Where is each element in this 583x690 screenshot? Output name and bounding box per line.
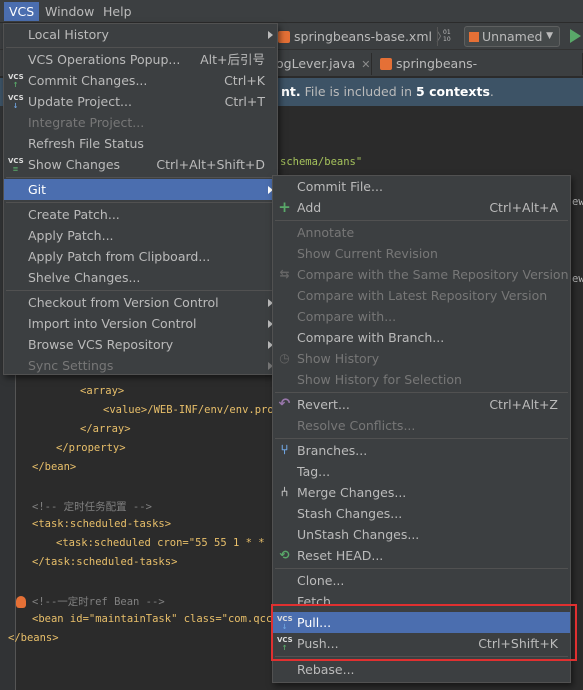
run-config-label: Unnamed	[482, 29, 543, 44]
chevron-down-icon: ▼	[546, 31, 553, 41]
tab-label: ogLever.java	[276, 56, 356, 71]
compare-icon: ⇆	[279, 267, 290, 281]
vcs-update-icon: VCS ↓	[8, 94, 24, 110]
breadcrumb-file[interactable]: springbeans-base.xml 〉	[278, 27, 448, 46]
menu-item-compare-with-branch[interactable]: Compare with Branch...	[273, 327, 570, 348]
banner-bold: 5 contexts	[416, 84, 490, 99]
menu-separator	[275, 438, 568, 439]
code-line: <!--一定时ref Bean -->	[32, 596, 165, 608]
menu-window[interactable]: Window	[40, 2, 99, 21]
banner-text: File is included in	[300, 84, 417, 99]
menu-item-merge-changes[interactable]: ⑃ Merge Changes...	[273, 482, 570, 503]
menu-separator	[6, 202, 275, 203]
menu-item-browse-vcs[interactable]: Browse VCS Repository	[4, 334, 277, 355]
tab-loglever[interactable]: ogLever.java ✕	[270, 53, 372, 75]
menu-separator	[6, 177, 275, 178]
menu-item-commit-changes[interactable]: VCS ↑ Commit Changes... Ctrl+K	[4, 70, 277, 91]
code-line: <array>	[80, 385, 125, 397]
menu-item-show-history[interactable]: ◷ Show History	[273, 348, 570, 369]
menu-item-compare-latest-version[interactable]: Compare with Latest Repository Version	[273, 285, 570, 306]
plus-icon: +	[278, 198, 291, 216]
menu-item-refresh-file-status[interactable]: Refresh File Status	[4, 133, 277, 154]
menu-help[interactable]: Help	[98, 2, 137, 21]
menu-item-clone[interactable]: Clone...	[273, 570, 570, 591]
menu-item-checkout[interactable]: Checkout from Version Control	[4, 292, 277, 313]
history-icon: ◷	[279, 351, 290, 365]
menu-item-resolve-conflicts[interactable]: Resolve Conflicts...	[273, 415, 570, 436]
menu-bar: VCS Window Help	[0, 0, 583, 23]
chevron-right-icon	[268, 31, 273, 39]
code-line: </property>	[56, 442, 126, 454]
tab-springbeans-consumer[interactable]: springbeans-consumer.xml✕	[374, 53, 583, 93]
menu-item-local-history[interactable]: Local History	[4, 24, 277, 45]
menu-item-compare-with[interactable]: Compare with...	[273, 306, 570, 327]
code-line: <task:scheduled-tasks>	[32, 518, 172, 530]
xml-file-icon	[380, 58, 392, 70]
code-line: </bean>	[32, 461, 77, 473]
menu-item-import[interactable]: Import into Version Control	[4, 313, 277, 334]
breadcrumb-file-label: springbeans-base.xml	[294, 29, 432, 44]
menu-separator	[275, 392, 568, 393]
code-fragment: ew	[572, 273, 583, 285]
menu-item-rebase[interactable]: Rebase...	[273, 659, 570, 680]
menu-item-show-current-revision[interactable]: Show Current Revision	[273, 243, 570, 264]
banner-prefix: nt.	[281, 84, 301, 99]
menu-item-reset-head[interactable]: ⟲ Reset HEAD...	[273, 545, 570, 566]
code-line: </task:scheduled-tasks>	[32, 556, 178, 568]
merge-icon: ⑃	[280, 485, 289, 500]
vcs-changes-icon: VCS ≡	[8, 157, 24, 173]
menu-item-create-patch[interactable]: Create Patch...	[4, 204, 277, 225]
menu-item-apply-patch-clipboard[interactable]: Apply Patch from Clipboard...	[4, 246, 277, 267]
menu-item-update-project[interactable]: VCS ↓ Update Project... Ctrl+T	[4, 91, 277, 112]
branch-icon: ⑂	[280, 443, 289, 458]
menu-item-revert[interactable]: ↶ Revert... Ctrl+Alt+Z	[273, 394, 570, 415]
menu-item-integrate-project[interactable]: Integrate Project...	[4, 112, 277, 133]
menu-item-commit-file[interactable]: Commit File...	[273, 176, 570, 197]
code-line: <value>/WEB-INF/env/env.prope	[103, 404, 287, 416]
code-line: schema/beans"	[280, 156, 363, 168]
banner-suffix: .	[489, 84, 494, 99]
menu-item-git[interactable]: Git	[4, 179, 277, 200]
vcs-menu: Local History VCS Operations Popup... Alt…	[3, 23, 278, 375]
menu-separator	[6, 290, 275, 291]
vcs-commit-icon: VCS ↑	[8, 73, 24, 89]
close-icon[interactable]: ✕	[361, 58, 370, 71]
run-config-select[interactable]: Unnamed ▼	[464, 26, 560, 47]
menu-item-unstash-changes[interactable]: UnStash Changes...	[273, 524, 570, 545]
code-line: </array>	[80, 423, 131, 435]
menu-separator	[6, 47, 275, 48]
menu-item-sync-settings[interactable]: Sync Settings	[4, 355, 277, 376]
menu-item-branches[interactable]: ⑂ Branches...	[273, 440, 570, 461]
menu-item-show-history-selection[interactable]: Show History for Selection	[273, 369, 570, 390]
binary-icon[interactable]: 01 10	[443, 29, 457, 43]
menu-item-stash-changes[interactable]: Stash Changes...	[273, 503, 570, 524]
reset-icon: ⟲	[279, 548, 290, 562]
code-line: <task:scheduled cron="55 55 1 * * ?"	[56, 537, 284, 549]
menu-item-shelve-changes[interactable]: Shelve Changes...	[4, 267, 277, 288]
code-line: <bean id="maintainTask" class="com.qccr.	[32, 613, 285, 625]
code-line: <!-- 定时任务配置 -->	[32, 501, 152, 513]
run-icon[interactable]	[570, 29, 581, 43]
menu-separator	[275, 568, 568, 569]
menu-item-vcs-operations-popup[interactable]: VCS Operations Popup... Alt+后引号	[4, 49, 277, 70]
highlight-annotation	[271, 604, 577, 661]
menu-item-annotate[interactable]: Annotate	[273, 222, 570, 243]
menu-item-apply-patch[interactable]: Apply Patch...	[4, 225, 277, 246]
toolbar-divider	[437, 27, 438, 46]
xml-file-icon	[278, 31, 290, 43]
menu-vcs[interactable]: VCS	[4, 2, 40, 21]
code-line: </beans>	[8, 632, 59, 644]
run-config-icon	[469, 32, 479, 42]
code-fragment: ew	[572, 196, 583, 208]
menu-item-tag[interactable]: Tag...	[273, 461, 570, 482]
lightbulb-icon[interactable]	[16, 596, 26, 608]
menu-item-add[interactable]: + Add Ctrl+Alt+A	[273, 197, 570, 218]
menu-item-compare-same-version[interactable]: ⇆ Compare with the Same Repository Versio…	[273, 264, 570, 285]
menu-item-show-changes[interactable]: VCS ≡ Show Changes Ctrl+Alt+Shift+D	[4, 154, 277, 175]
menu-separator	[275, 220, 568, 221]
revert-icon: ↶	[278, 396, 291, 412]
